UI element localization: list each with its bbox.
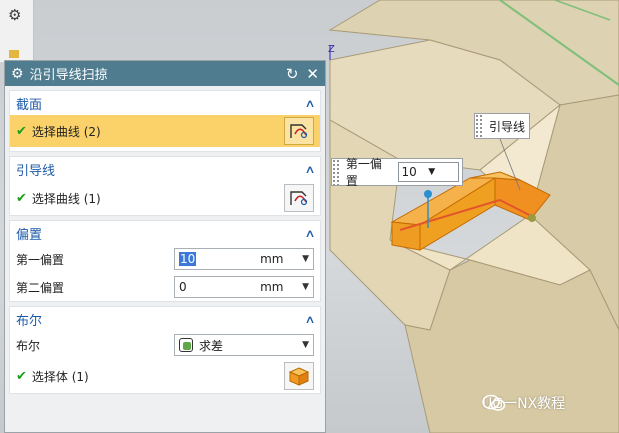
first-offset-label: 第一偏置: [16, 252, 65, 267]
boolean-group: 布尔 ∧ 布尔 求差 ▼ ✔ 选择体 (1): [9, 306, 321, 394]
callout-grip[interactable]: [332, 159, 340, 185]
second-offset-row: 第二偏置 0 mm ▼: [10, 273, 320, 301]
chevron-up-icon[interactable]: ∧: [304, 163, 315, 176]
part-icon[interactable]: [9, 50, 19, 58]
body-select-button[interactable]: [284, 362, 314, 390]
resource-bar: ⚙: [0, 0, 34, 62]
first-offset-value: 10: [179, 252, 197, 266]
chevron-up-icon[interactable]: ∧: [304, 97, 315, 110]
guide-callout-label: 引导线: [489, 119, 526, 134]
select-curve-label: 选择曲线 (2): [31, 124, 101, 139]
first-offset-unit: mm: [260, 252, 284, 266]
section-header[interactable]: 截面 ∧: [10, 91, 320, 115]
gear-icon[interactable]: ⚙: [11, 66, 24, 82]
dropdown-icon: ▼: [428, 167, 436, 177]
select-body-row[interactable]: ✔ 选择体 (1): [10, 359, 320, 393]
gear-icon[interactable]: ⚙: [8, 6, 21, 24]
select-section-curve-row[interactable]: ✔ 选择曲线 (2): [10, 115, 320, 147]
dropdown-icon[interactable]: ▼: [302, 340, 309, 350]
offset-header[interactable]: 偏置 ∧: [10, 221, 320, 245]
section-title: 截面: [16, 97, 43, 113]
dropdown-icon[interactable]: ▼: [302, 282, 309, 292]
guide-group: 引导线 ∧ ✔ 选择曲线 (1): [9, 156, 321, 216]
section-group: 截面 ∧ ✔ 选择曲线 (2): [9, 90, 321, 152]
watermark: UG一NX教程: [482, 393, 565, 413]
first-offset-input[interactable]: 10 mm ▼: [174, 248, 314, 270]
offset-callout[interactable]: 第一偏置 10 ▼: [331, 157, 463, 188]
close-icon[interactable]: ✕: [306, 65, 319, 83]
z-axis-label: Z: [328, 44, 335, 55]
curve-icon: [290, 124, 308, 139]
offset-title: 偏置: [16, 227, 43, 243]
chevron-up-icon[interactable]: ∧: [304, 313, 315, 326]
checkmark-icon: ✔: [16, 368, 27, 384]
select-curve-label: 选择曲线 (1): [31, 191, 101, 206]
boolean-label: 布尔: [16, 338, 41, 353]
chevron-up-icon[interactable]: ∧: [304, 227, 315, 240]
boolean-row: 布尔 求差 ▼: [10, 331, 320, 359]
dialog-titlebar[interactable]: ⚙ 沿引导线扫掠 ↻ ✕: [5, 61, 325, 86]
second-offset-input[interactable]: 0 mm ▼: [174, 276, 314, 298]
callout-grip[interactable]: [475, 114, 483, 138]
guide-title: 引导线: [16, 163, 56, 179]
boolean-value: 求差: [199, 338, 224, 353]
offset-callout-field[interactable]: 10 ▼: [397, 162, 459, 182]
checkmark-icon: ✔: [16, 190, 27, 206]
second-offset-unit: mm: [260, 280, 284, 294]
dialog-title: 沿引导线扫掠: [29, 68, 108, 83]
boolean-title: 布尔: [16, 313, 43, 329]
sweep-along-guide-dialog: ⚙ 沿引导线扫掠 ↻ ✕ 截面 ∧ ✔ 选择曲线 (2) 引导线 ∧ ✔ 选择曲…: [4, 60, 326, 433]
boolean-select[interactable]: 求差 ▼: [174, 334, 314, 356]
dropdown-icon[interactable]: ▼: [302, 254, 309, 264]
checkmark-icon: ✔: [16, 123, 27, 139]
offset-group: 偏置 ∧ 第一偏置 10 mm ▼ 第二偏置 0 mm ▼: [9, 220, 321, 302]
second-offset-value: 0: [179, 280, 187, 294]
guide-header[interactable]: 引导线 ∧: [10, 157, 320, 181]
boolean-header[interactable]: 布尔 ∧: [10, 307, 320, 331]
solid-body-icon: [288, 367, 310, 386]
offset-callout-value: 10: [401, 165, 417, 179]
wechat-icon: [482, 394, 506, 411]
first-offset-row: 第一偏置 10 mm ▼: [10, 245, 320, 273]
curve-icon: [290, 191, 308, 206]
offset-callout-label: 第一偏置: [345, 157, 382, 188]
curve-select-button[interactable]: [284, 117, 314, 145]
select-body-label: 选择体 (1): [31, 369, 89, 384]
reset-icon[interactable]: ↻: [286, 65, 299, 83]
guide-callout[interactable]: 引导线: [474, 113, 530, 139]
offset-handle[interactable]: [424, 190, 432, 198]
select-guide-curve-row[interactable]: ✔ 选择曲线 (1): [10, 181, 320, 215]
curve-select-button[interactable]: [284, 184, 314, 212]
second-offset-label: 第二偏置: [16, 280, 65, 295]
subtract-icon: [179, 338, 193, 352]
